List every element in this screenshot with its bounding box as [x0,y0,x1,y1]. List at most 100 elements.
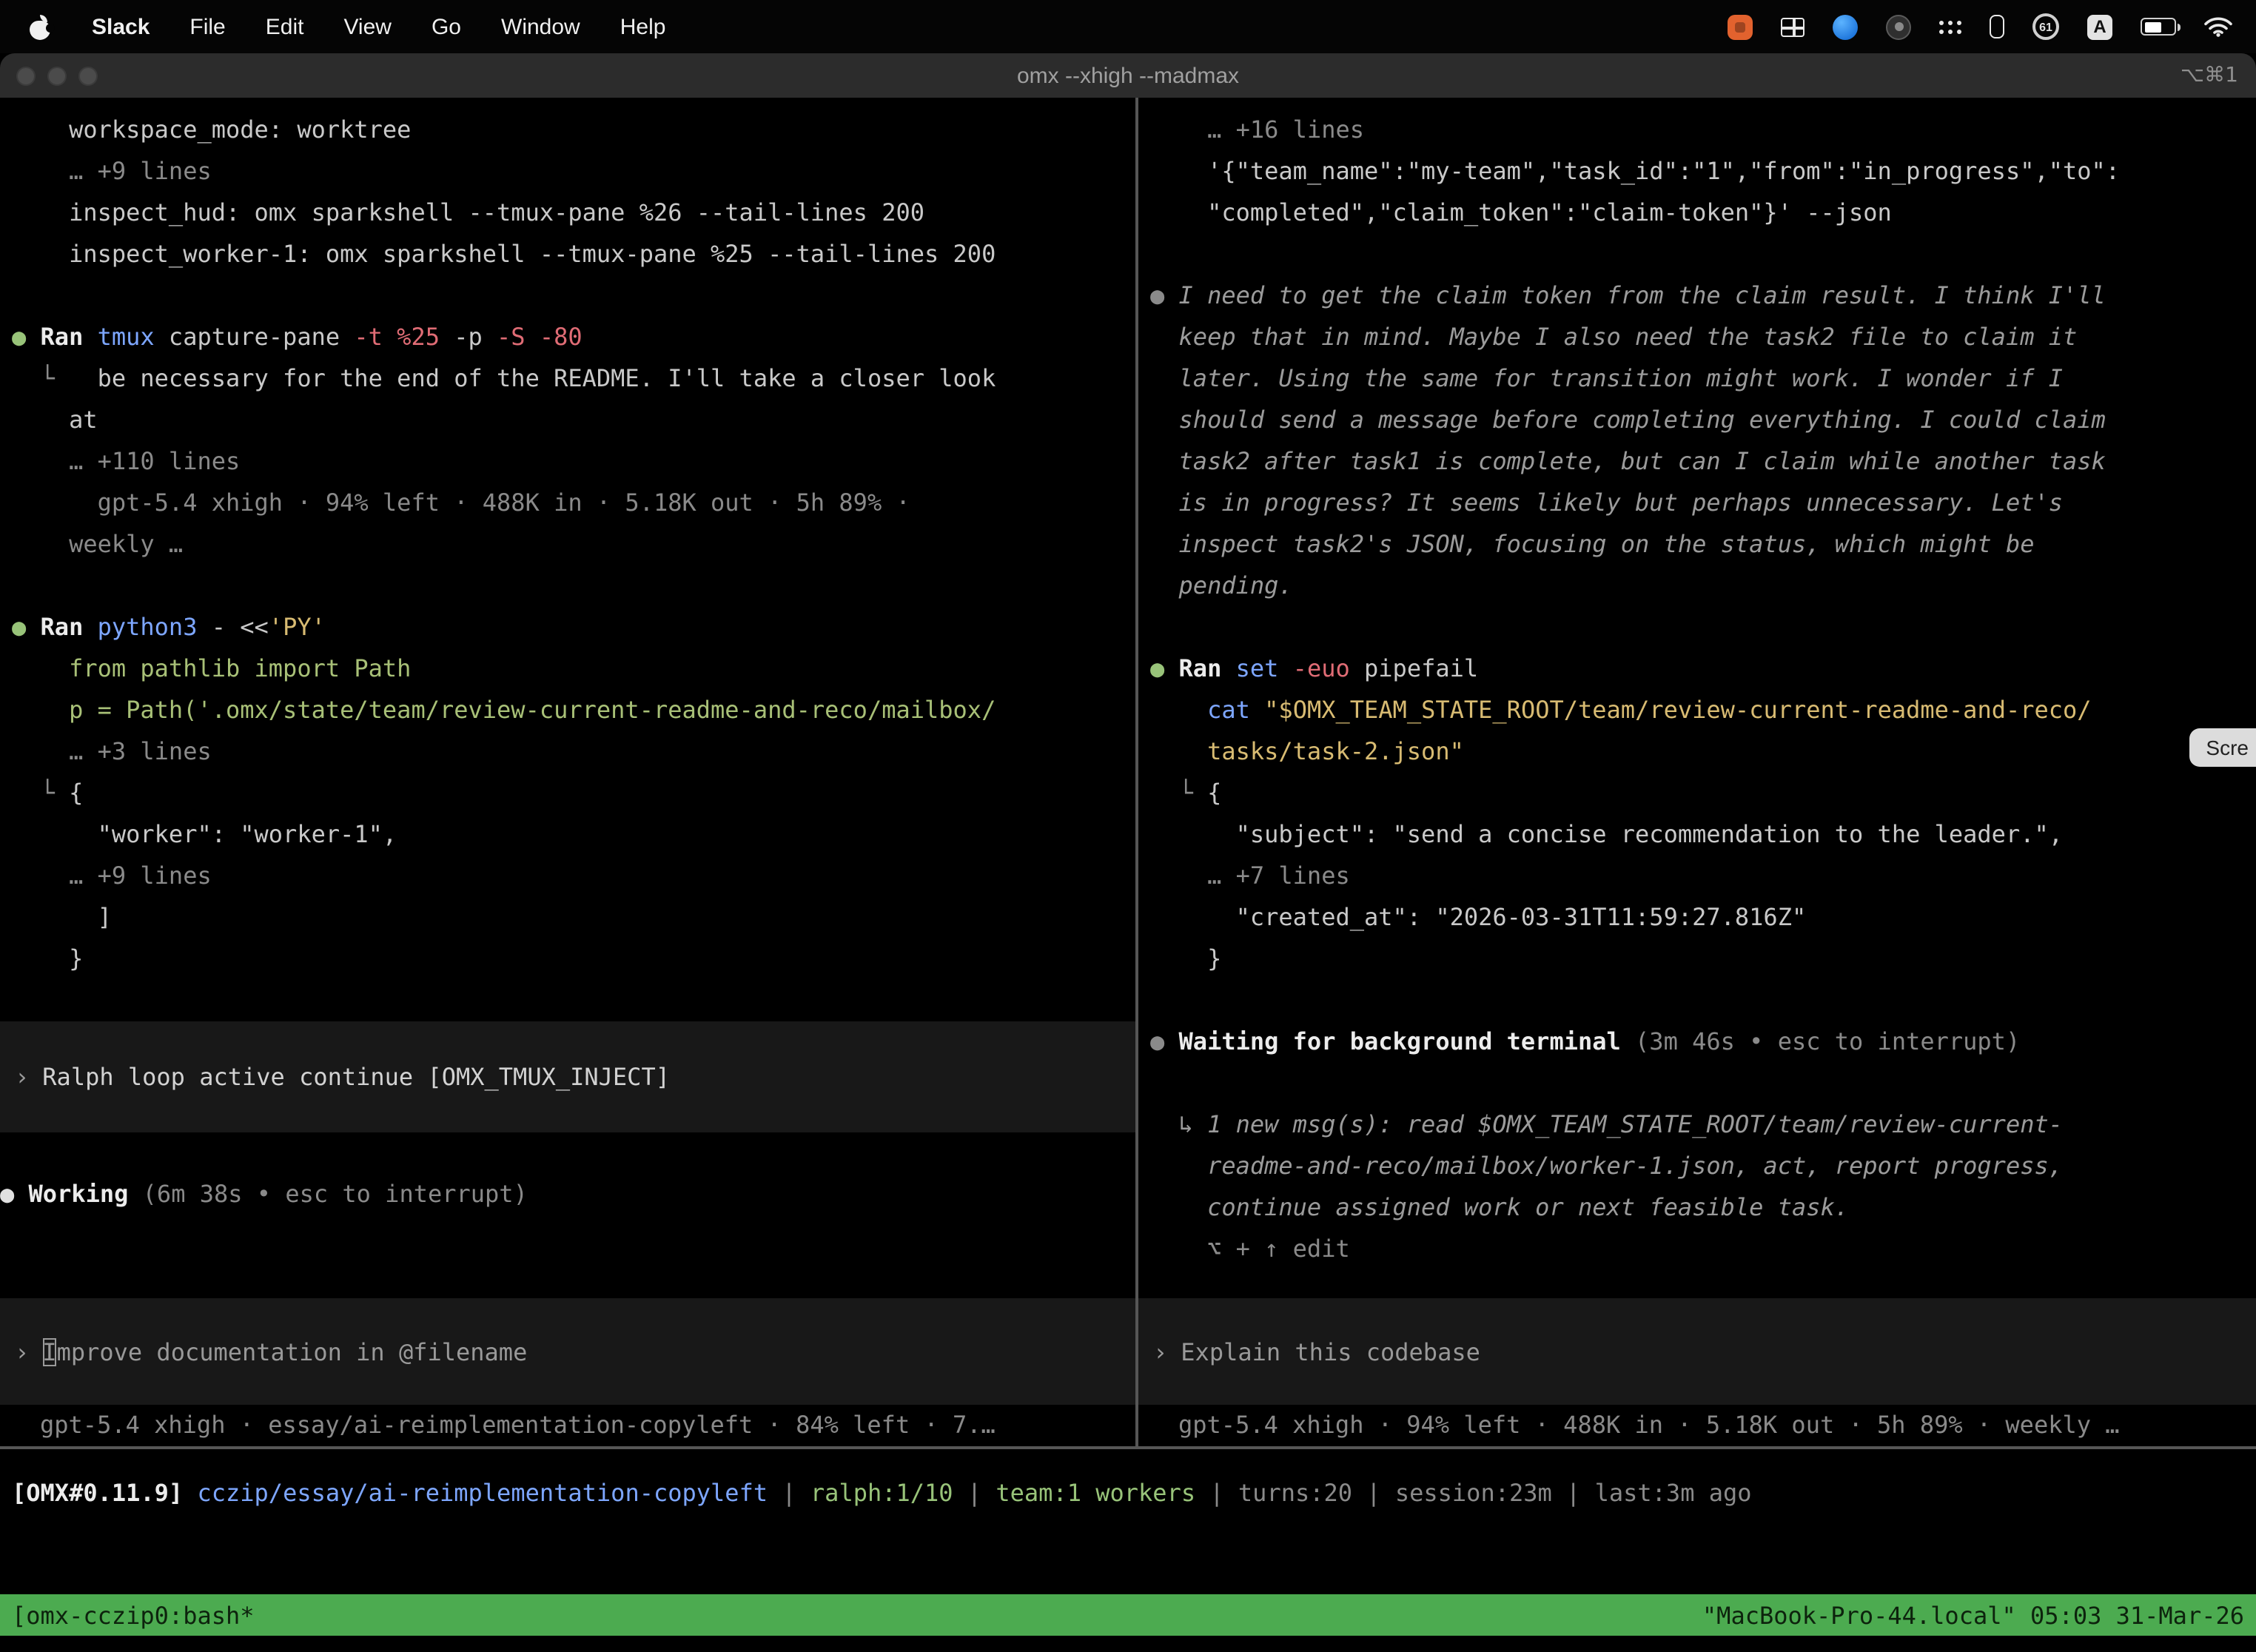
menu-help[interactable]: Help [620,14,666,39]
left-pane-scrollback: workspace_mode: worktree … +9 lines insp… [0,98,1135,1021]
right-pane-scrollback: … +16 lines '{"team_name":"my-team","tas… [1138,98,2256,1270]
menu-go[interactable]: Go [432,14,461,39]
text-segment: weekly … [12,530,183,558]
terminal-line: └ { [1150,773,2256,814]
left-pane-status-lines: ● Working (6m 38s • esc to interrupt) [0,1132,1135,1215]
text-segment: ⌥ + ↑ edit [1150,1235,1350,1263]
terminal-line: "worker": "worker-1", [12,814,1135,856]
text-segment: | [1195,1479,1238,1507]
terminal-content: workspace_mode: worktree … +9 lines insp… [0,98,2256,1652]
battery-percent-label: 61 [2039,20,2052,33]
text-segment: python3 [98,613,198,641]
menu-file[interactable]: File [189,14,225,39]
thinking-line: ● I need to get the claim token from the… [1150,275,2256,317]
text-segment: } [12,944,83,973]
menu-bar-status-icons: 61 A [1728,13,2256,40]
dots-grid-icon[interactable] [1939,19,1961,34]
terminal-line [1150,1063,2256,1104]
terminal-line: pending. [1150,565,2256,607]
menu-edit[interactable]: Edit [266,14,304,39]
text-segment: "created_at": "2026-03-31T11:59:27.816Z" [1150,903,1806,931]
text-segment [1150,696,1207,724]
right-terminal-pane[interactable]: … +16 lines '{"team_name":"my-team","tas… [1138,98,2256,1446]
blue-app-icon[interactable] [1833,14,1858,39]
text-segment: [OMX#0.11.9] [12,1479,197,1507]
text-segment: "$OMX_TEAM_STATE_ROOT/team/review-curren… [1264,696,2091,724]
battery-percent-ring-icon[interactable]: 61 [2032,13,2059,40]
input-source-icon[interactable]: A [2087,14,2112,39]
apple-menu-icon[interactable] [30,14,52,39]
text-segment: "worker": "worker-1", [12,820,397,848]
text-segment: -t %25 [354,323,440,351]
text-segment: ● [1150,654,1179,682]
terminal-line: "subject": "send a concise recommendatio… [1150,814,2256,856]
prompt-chevron-icon: › [1153,1337,1167,1366]
terminal-line [1150,234,2256,275]
terminal-line: ↳ 1 new msg(s): read $OMX_TEAM_STATE_ROO… [1150,1104,2256,1146]
terminal-line [1150,607,2256,648]
menu-view[interactable]: View [343,14,392,39]
text-segment: … +110 lines [12,447,240,475]
text-segment: ● [12,613,41,641]
text-segment: readme-and-reco/mailbox/worker-1.json, a… [1150,1152,2063,1180]
menu-app-name[interactable]: Slack [92,14,150,39]
session-stats-left: gpt-5.4 xhigh · essay/ai-reimplementatio… [0,1405,1135,1446]
minimize-button[interactable] [47,66,67,85]
terminal-line: … +7 lines [1150,856,2256,897]
text-segment: cat [1207,696,1250,724]
text-segment: I need to get the claim token from the c… [1179,281,2106,309]
text-segment: ● [1150,281,1179,309]
terminal-line: inspect_worker-1: omx sparkshell --tmux-… [12,234,1135,275]
terminal-line [12,565,1135,607]
grid-app-icon[interactable] [1781,17,1805,36]
working-status-line: ● Working (6m 38s • esc to interrupt) [0,1174,1135,1215]
text-segment: └ [12,779,69,807]
text-segment: ● [0,1180,29,1208]
terminal-line: ⌥ + ↑ edit [1150,1229,2256,1270]
macos-menu-bar: Slack File Edit View Go Window Help 61 A [0,0,2256,53]
text-segment: … +16 lines [1150,115,1364,144]
text-segment: inspect_worker-1: omx sparkshell --tmux-… [12,240,996,268]
terminal-line: at [12,400,1135,441]
terminal-line: } [1150,939,2256,980]
menu-window[interactable]: Window [501,14,580,39]
text-segment: inspect_hud: omx sparkshell --tmux-pane … [12,198,924,226]
text-segment: continue assigned work or next feasible … [1150,1193,1849,1221]
left-terminal-pane[interactable]: workspace_mode: worktree … +9 lines insp… [0,98,1135,1446]
text-segment: | [768,1479,810,1507]
text-segment: last:3m ago [1595,1479,1752,1507]
battery-icon[interactable] [2141,18,2176,36]
text-segment: ] [12,903,112,931]
text-segment: Waiting for background terminal [1179,1027,1636,1055]
wifi-icon[interactable] [2204,16,2232,37]
terminal-line: cat "$OMX_TEAM_STATE_ROOT/team/review-cu… [1150,690,2256,731]
text-segment: | [953,1479,996,1507]
composer-input-left[interactable]: › Improve documentation in @filename [0,1298,1135,1405]
terminal-line: workspace_mode: worktree [12,110,1135,151]
dark-app-icon[interactable] [1886,14,1911,39]
text-segment: | [1352,1479,1395,1507]
text-segment [1150,737,1207,765]
pill-app-icon[interactable] [1990,15,2004,38]
text-segment: … +3 lines [12,737,212,765]
zoom-button[interactable] [78,66,98,85]
terminal-line: continue assigned work or next feasible … [1150,1187,2256,1229]
text-segment: from pathlib import Path [12,654,411,682]
close-button[interactable] [16,66,36,85]
text-segment: (3m 46s • esc to interrupt) [1635,1027,2020,1055]
terminal-line: … +9 lines [12,151,1135,192]
composer-placeholder-left: Improve documentation in @filename [42,1337,527,1366]
text-segment: pipefail [1350,654,1478,682]
text-segment: team:1 workers [996,1479,1195,1507]
text-segment: -p [440,323,497,351]
ran-set-line: ● Ran set -euo pipefail [1150,648,2256,690]
text-segment: Ran [41,613,98,641]
window-title-bar[interactable]: omx --xhigh --madmax ⌥⌘1 [0,53,2256,98]
composer-input-right[interactable]: › Explain this codebase [1138,1298,2256,1405]
screen-recording-indicator-icon[interactable] [1728,14,1753,39]
terminal-line: ] [12,897,1135,939]
terminal-line: … +3 lines [12,731,1135,773]
text-segment: └ [12,364,98,392]
terminal-line: └ { [12,773,1135,814]
text-segment: be necessary for the end of the README. … [98,364,996,392]
